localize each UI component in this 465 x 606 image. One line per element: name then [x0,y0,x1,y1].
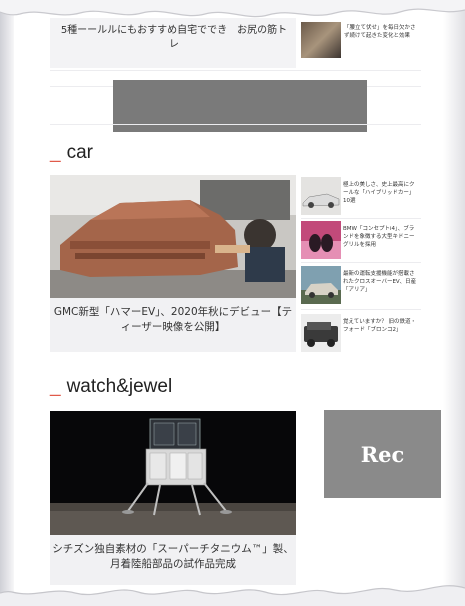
list-item[interactable]: 覚えていますか？ 旧の鉄道・フォード「ブロンコ2」 [301,314,421,358]
article-thumbnail [301,266,341,304]
divider [50,70,421,71]
section-accent-bar: _ [50,376,61,397]
list-item-title: 最新の運転支援機能が搭載されたクロスオーバーEV、日産「アリア」 [343,271,417,293]
section-title-car[interactable]: _ car [50,142,93,164]
paper-edge-left [0,0,14,606]
list-item[interactable]: 極上の美しさ、史上最高にクールな「ハイブリッドカー」10選 [301,177,421,221]
torn-paper-bottom-edge [0,585,465,606]
car-feature-image[interactable] [50,175,296,298]
divider [301,262,421,263]
paper-edge-right [443,0,465,606]
car-feature-caption[interactable]: GMC新型「ハマーEV」、2020年秋にデビュー【ティーザー映像を公開】 [50,298,296,352]
torn-paper-top-edge [0,0,465,18]
ad-label: Rec [360,441,405,467]
clay-model-image [50,175,296,298]
article-thumbnail [301,314,341,352]
watch-feature-image[interactable] [50,411,296,535]
divider [301,218,421,219]
list-item-title: BMW「コンセプトi4」、ブランドを象徴する大型キドニーグリルを採用 [343,226,415,248]
list-item-title: 極上の美しさ、史上最高にクールな「ハイブリッドカー」10選 [343,182,415,204]
section-accent-bar: _ [50,142,61,163]
list-item[interactable]: BMW「コンセプトi4」、ブランドを象徴する大型キドニーグリルを採用 [301,221,421,265]
divider [301,309,421,310]
article-thumbnail [301,221,341,259]
list-item[interactable]: 最新の運転支援機能が搭載されたクロスオーバーEV、日産「アリア」 [301,266,421,310]
ad-banner[interactable]: Rec [324,410,441,498]
lunar-lander-image [50,411,296,535]
list-item-title: 覚えていますか？ 旧の鉄道・フォード「ブロンコ2」 [343,319,416,333]
article-thumbnail [301,177,341,215]
section-title-watch-jewel[interactable]: _ watch&jewel [50,376,172,398]
divider [50,124,421,125]
